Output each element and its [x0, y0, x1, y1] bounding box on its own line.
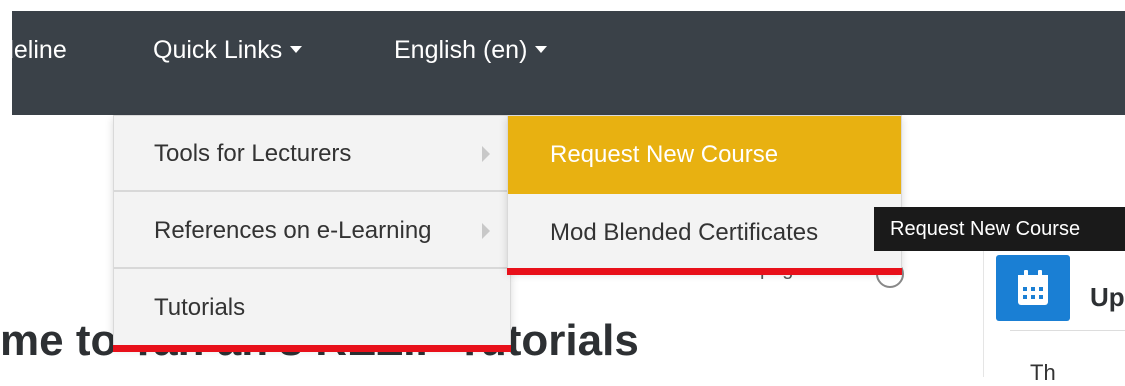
submenu-item-label: Request New Course [550, 141, 779, 168]
calendar-icon [996, 255, 1070, 321]
nav-item-label: English (en) [394, 36, 528, 64]
menu-item-tutorials[interactable]: Tutorials [114, 270, 510, 346]
submenu-item-mod-blended-certificates[interactable]: Mod Blended Certificates [508, 194, 901, 272]
block-text: Th [1030, 360, 1056, 385]
caret-down-icon [535, 45, 548, 53]
block-title: Up [1090, 282, 1125, 312]
chevron-right-icon [482, 146, 490, 162]
nav-item-quick-links[interactable]: Quick Links [153, 36, 303, 65]
nav-item-deadline[interactable]: deline [0, 36, 67, 65]
block-divider [1010, 330, 1125, 331]
red-underline-annotation [507, 268, 902, 275]
submenu-item-label: Mod Blended Certificates [550, 219, 819, 246]
menu-item-label: Tutorials [154, 294, 246, 321]
quick-links-dropdown: Tools for Lecturers References on e-Lear… [113, 115, 511, 347]
tools-for-lecturers-submenu: Request New Course Mod Blended Certifica… [507, 115, 902, 271]
menu-item-tools-for-lecturers[interactable]: Tools for Lecturers [114, 116, 510, 192]
nav-item-language[interactable]: English (en) [394, 36, 548, 65]
nav-item-label: Quick Links [153, 36, 283, 64]
submenu-item-request-new-course[interactable]: Request New Course [508, 116, 901, 194]
menu-item-label: Tools for Lecturers [154, 140, 352, 167]
red-underline-annotation [113, 345, 511, 352]
nav-item-label: deline [0, 36, 67, 64]
chevron-right-icon [482, 223, 490, 239]
caret-down-icon [290, 45, 303, 53]
menu-item-label: References on e-Learning [154, 217, 432, 244]
menu-item-references-on-e-learning[interactable]: References on e-Learning [114, 193, 510, 269]
tooltip: Request New Course [874, 207, 1125, 251]
